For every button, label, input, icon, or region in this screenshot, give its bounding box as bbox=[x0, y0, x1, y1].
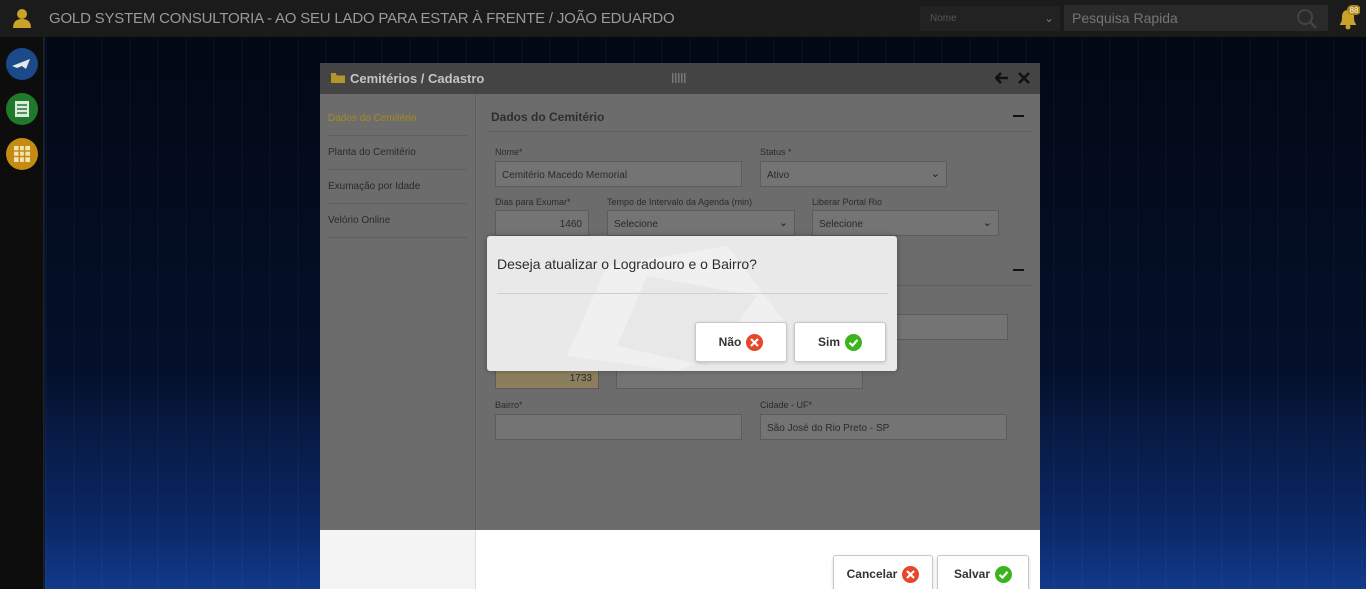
modal-side-nav: Dados do Cemitério Planta do Cemitério E… bbox=[320, 94, 476, 530]
divider bbox=[487, 131, 1032, 132]
liberar-select[interactable]: Selecione ⌄ bbox=[812, 210, 999, 236]
status-select-value: Ativo bbox=[767, 170, 790, 181]
liberar-label: Liberar Portal Rio bbox=[812, 197, 883, 207]
chevron-down-icon: ⌄ bbox=[778, 217, 788, 229]
notification-count: 88 bbox=[1350, 6, 1359, 15]
user-icon[interactable] bbox=[11, 7, 33, 29]
chevron-down-icon: ⌄ bbox=[982, 217, 992, 229]
check-icon bbox=[995, 565, 1013, 583]
search-icon[interactable] bbox=[1296, 8, 1318, 30]
cancel-button-label: Cancelar bbox=[846, 567, 898, 581]
save-button-label: Salvar bbox=[953, 567, 991, 581]
drag-handle-icon[interactable] bbox=[672, 73, 686, 83]
dialog-divider bbox=[497, 293, 888, 294]
nav-item-velorio-online[interactable]: Velório Online bbox=[328, 204, 468, 238]
list-icon[interactable] bbox=[5, 92, 39, 126]
cidade-field[interactable]: São José do Rio Preto - SP bbox=[760, 414, 1007, 440]
no-button-label: Não bbox=[718, 335, 742, 349]
save-button[interactable]: Salvar bbox=[937, 555, 1029, 589]
folder-icon bbox=[331, 73, 345, 83]
no-button[interactable]: Não bbox=[695, 322, 787, 362]
search-input[interactable] bbox=[1064, 5, 1328, 31]
nav-item-exumacao-por-idade[interactable]: Exumação por Idade bbox=[328, 170, 468, 204]
top-bar: GOLD SYSTEM CONSULTORIA - AO SEU LADO PA… bbox=[0, 0, 1366, 37]
left-sidebar bbox=[0, 37, 44, 589]
bairro-label: Bairro* bbox=[495, 400, 523, 410]
modal-title: Cemitérios / Cadastro bbox=[350, 71, 485, 86]
calendar-icon[interactable] bbox=[5, 137, 39, 171]
yes-button[interactable]: Sim bbox=[794, 322, 886, 362]
tempo-select[interactable]: Selecione ⌄ bbox=[607, 210, 795, 236]
nome-field[interactable]: Cemitério Macedo Memorial bbox=[495, 161, 742, 187]
chevron-down-icon: ⌄ bbox=[1043, 11, 1054, 25]
check-icon bbox=[845, 333, 862, 351]
chevron-down-icon: ⌄ bbox=[930, 168, 940, 180]
modal-footer: Cancelar Salvar bbox=[320, 530, 1040, 589]
collapse-icon[interactable] bbox=[1013, 269, 1024, 271]
app-title: GOLD SYSTEM CONSULTORIA - AO SEU LADO PA… bbox=[49, 10, 675, 27]
modal-header: Cemitérios / Cadastro bbox=[320, 63, 1040, 94]
cancel-x-icon bbox=[902, 565, 920, 583]
cidade-label: Cidade - UF* bbox=[760, 400, 813, 410]
status-label: Status * bbox=[760, 147, 792, 157]
dias-field[interactable]: 1460 bbox=[495, 210, 589, 236]
cancel-x-icon bbox=[746, 333, 764, 351]
cancel-button[interactable]: Cancelar bbox=[833, 555, 933, 589]
dias-label: Dias para Exumar* bbox=[495, 197, 571, 207]
plane-icon[interactable] bbox=[5, 47, 39, 81]
bell-icon[interactable]: 88 bbox=[1336, 5, 1360, 31]
confirm-dialog: Deseja atualizar o Logradouro e o Bairro… bbox=[487, 236, 897, 371]
close-icon[interactable] bbox=[1018, 72, 1030, 84]
status-select[interactable]: Ativo ⌄ bbox=[760, 161, 947, 187]
tempo-select-value: Selecione bbox=[614, 219, 658, 230]
liberar-select-value: Selecione bbox=[819, 219, 863, 230]
yes-button-label: Sim bbox=[817, 335, 840, 349]
section-title: Dados do Cemitério bbox=[491, 110, 605, 124]
bairro-field[interactable] bbox=[495, 414, 742, 440]
search-field-select-value: Nome bbox=[930, 13, 957, 24]
dialog-message: Deseja atualizar o Logradouro e o Bairro… bbox=[497, 256, 757, 272]
collapse-icon[interactable] bbox=[1013, 115, 1024, 117]
nome-label: Nome* bbox=[495, 147, 523, 157]
back-arrow-icon[interactable] bbox=[995, 71, 1009, 85]
tempo-label: Tempo de Intervalo da Agenda (min) bbox=[607, 197, 753, 207]
nav-item-dados-do-cemiterio[interactable]: Dados do Cemitério bbox=[328, 102, 468, 136]
footer-left-panel bbox=[320, 530, 476, 589]
search-field-select[interactable]: Nome ⌄ bbox=[920, 6, 1060, 31]
nav-item-planta-do-cemiterio[interactable]: Planta do Cemitério bbox=[328, 136, 468, 170]
